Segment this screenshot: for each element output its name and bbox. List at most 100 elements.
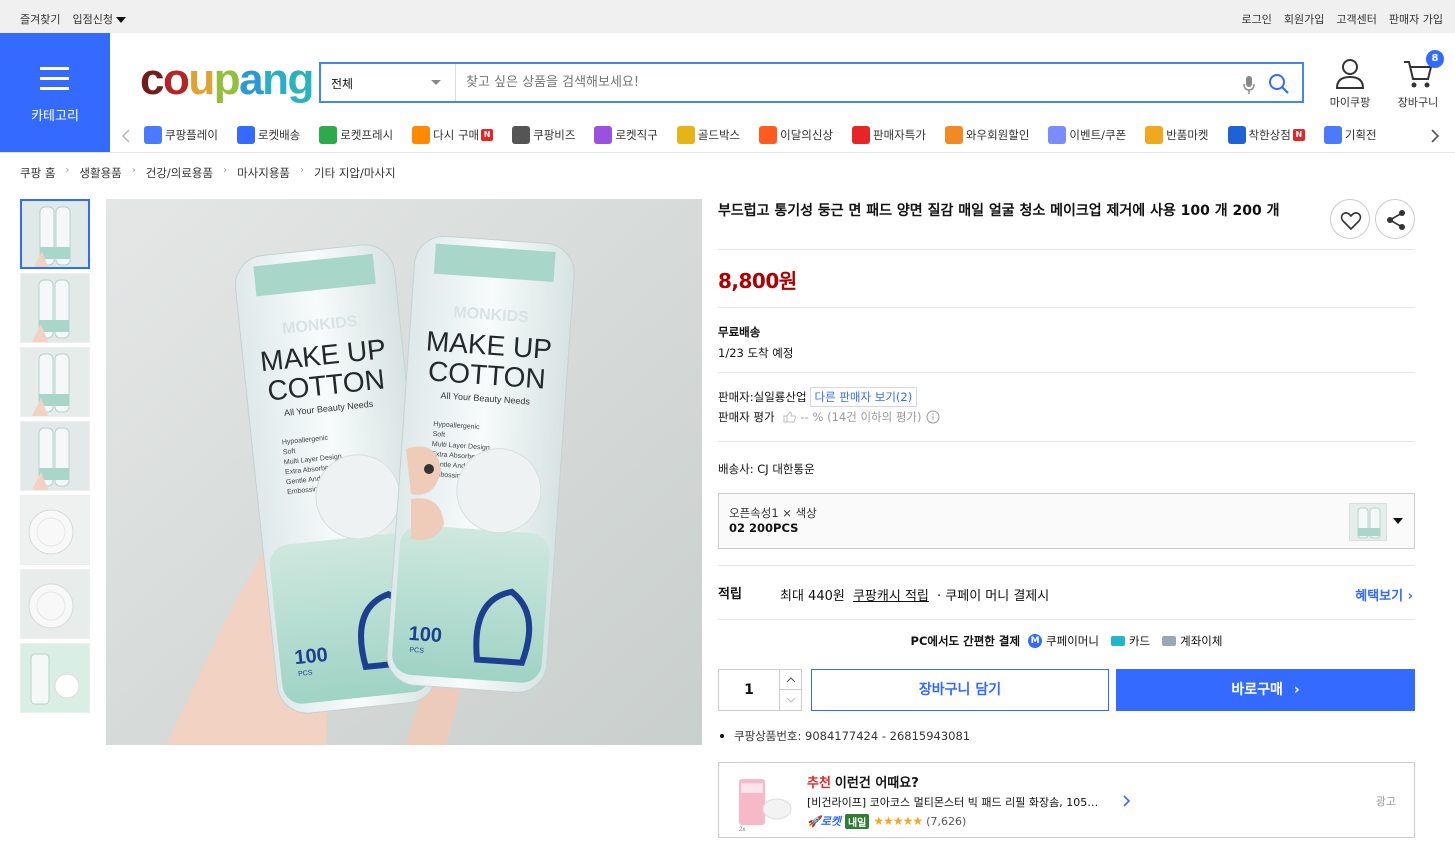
nav-item[interactable]: 로켓배송 (236, 126, 301, 144)
product-price: 8,800원 (718, 269, 797, 293)
product-thumbnail[interactable] (20, 273, 90, 343)
breadcrumb-link[interactable]: 건강/의료용품 (146, 165, 213, 181)
chevron-left-icon[interactable] (121, 128, 131, 144)
product-info-panel: 부드럽고 통기성 둥근 면 패드 양면 질감 매일 얼굴 청소 메이크업 제거에… (718, 199, 1415, 838)
service-nav-list: 쿠팡플레이 로켓배송 로켓프레시 다시 구매 N 쿠팡비즈 로켓직구 골드박스 이달의신상 판매자… (144, 126, 1434, 144)
product-thumbnail[interactable] (20, 495, 90, 565)
category-menu-button[interactable]: 카테고리 (0, 33, 110, 153)
mypage-button[interactable]: 마이쿠팡 (1320, 58, 1380, 110)
heart-icon (1340, 212, 1362, 231)
hamburger-icon (40, 67, 69, 97)
nav-item[interactable]: 쿠팡플레이 (144, 126, 218, 144)
nav-item[interactable]: 골드박스 (676, 126, 741, 144)
nav-item[interactable]: 반품마켓 (1145, 126, 1209, 144)
nav-item[interactable]: 기획전 (1323, 126, 1377, 144)
return-market-icon (1145, 126, 1164, 144)
ad-product-name[interactable]: [비건라이프] 코아코스 멀티몬스터 빅 패드 리필 화장솜, 105개입, 2… (807, 794, 1099, 810)
nav-item[interactable]: 로켓프레시 (319, 126, 393, 144)
info-icon[interactable] (926, 410, 940, 424)
cart-button[interactable]: 장바구니 8 (1388, 50, 1448, 110)
breadcrumb-link[interactable]: 생활용품 (79, 165, 121, 181)
reward-amount: 최대 440원 (780, 589, 845, 604)
nav-item[interactable]: 와우회원할인 (944, 126, 1029, 144)
customer-center-link[interactable]: 고객센터 (1336, 11, 1376, 27)
breadcrumb-link[interactable]: 기타 지압/마사지 (314, 165, 396, 181)
nav-item-label: 로켓배송 (257, 128, 301, 142)
seller-rating-label: 판매자 평가 (718, 410, 775, 424)
search-input[interactable] (456, 64, 1302, 101)
buy-now-button[interactable]: 바로구매 › (1116, 669, 1415, 711)
nav-item[interactable]: 로켓직구 (594, 126, 658, 144)
breadcrumb-separator-icon: › (300, 165, 304, 176)
search-category-select[interactable]: 전체 (321, 64, 456, 101)
reward-condition: · 쿠페이 머니 결제시 (937, 589, 1050, 604)
rocket-delivery-badge: 🚀로켓 (807, 815, 841, 828)
chevron-right-icon: › (1407, 589, 1413, 604)
quantity-value[interactable]: 1 (719, 682, 779, 698)
nav-item-label: 이벤트/쿠폰 (1069, 128, 1127, 142)
seller-name[interactable]: 실일룡산업 (754, 389, 807, 405)
breadcrumb-link[interactable]: 쿠팡 홈 (20, 165, 55, 181)
bookmark-link[interactable]: 즐겨찾기 (20, 11, 60, 27)
recommended-ad[interactable]: 2x 추천 이런건 어때요? [비건라이프] 코아코스 멀티몬스터 빅 패드 리필… (718, 762, 1415, 838)
other-sellers-button[interactable]: 다른 판매자 보기(2) (809, 387, 918, 407)
ad-heading-text: 이런건 어때요? (834, 776, 919, 791)
divider (718, 249, 1415, 250)
category-label: 카테고리 (31, 109, 79, 124)
percent-icon (852, 126, 871, 144)
shipping-type: 무료배송 (718, 325, 761, 339)
benefit-link[interactable]: 혜택보기 › (1355, 585, 1413, 604)
vendor-apply-link[interactable]: 입점신청 (72, 11, 126, 27)
option-select[interactable]: 오픈속성1 × 색상 02 200PCS (718, 493, 1415, 549)
option-value: 02 200PCS (729, 521, 799, 535)
pay-method-coupay: 쿠페이머니 (1046, 634, 1099, 648)
nav-item[interactable]: 착한상점 N (1227, 126, 1305, 144)
nav-item-label: 골드박스 (697, 128, 741, 142)
chevron-right-icon[interactable] (1122, 794, 1132, 808)
login-link[interactable]: 로그인 (1242, 11, 1272, 27)
nav-item[interactable]: 이벤트/쿠폰 (1048, 126, 1126, 144)
product-thumbnail[interactable] (20, 643, 90, 713)
coupang-play-icon (144, 126, 162, 144)
pay-method-transfer: 계좌이체 (1180, 634, 1223, 648)
quantity-stepper: 1 (718, 669, 802, 711)
rocket-fresh-icon (319, 126, 338, 144)
share-icon (1387, 210, 1405, 230)
nav-item[interactable]: 쿠팡비즈 (512, 126, 575, 144)
bank-transfer-icon (1162, 636, 1177, 646)
wishlist-button[interactable] (1330, 199, 1370, 239)
rocket-icon (236, 126, 255, 144)
ad-meta: 🚀로켓 내일 ★★★★★ (7,626) (807, 813, 966, 829)
product-title: 부드럽고 통기성 둥근 면 패드 양면 질감 매일 얼굴 청소 메이크업 제거에… (718, 203, 1280, 219)
signup-link[interactable]: 회원가입 (1284, 11, 1324, 27)
pay-title: PC에서도 간편한 결제 (910, 634, 1021, 648)
product-thumbnail[interactable] (20, 421, 90, 491)
nav-item[interactable]: 판매자특가 (852, 126, 926, 144)
card-icon (1110, 636, 1125, 646)
share-button[interactable] (1375, 199, 1415, 239)
nav-item[interactable]: 이달의신상 (759, 126, 833, 144)
nav-item[interactable]: 다시 구매 N (412, 126, 494, 144)
quantity-increase-button[interactable] (779, 670, 801, 690)
tomorrow-badge: 내일 (844, 813, 870, 829)
option-thumbnail (1349, 503, 1387, 541)
quantity-decrease-button[interactable] (779, 690, 801, 710)
microphone-icon[interactable] (1242, 75, 1256, 95)
logo-letter: u (188, 55, 215, 104)
product-thumbnail[interactable] (20, 199, 90, 269)
coupang-logo[interactable]: coupang (140, 55, 314, 104)
coupang-cash-link[interactable]: 쿠팡캐시 적립 (853, 589, 929, 604)
top-utility-bar: 즐겨찾기 입점신청 로그인 회원가입 고객센터 판매자 가입 (0, 0, 1455, 33)
product-thumbnail[interactable] (20, 347, 90, 417)
chevron-right-icon[interactable] (1430, 128, 1440, 144)
chevron-up-icon (786, 677, 796, 683)
nav-item-label: 로켓프레시 (340, 128, 394, 142)
product-thumbnail[interactable] (20, 569, 90, 639)
breadcrumb-link[interactable]: 마사지용품 (237, 165, 290, 181)
goldbox-icon (676, 126, 695, 144)
search-icon[interactable] (1268, 73, 1290, 95)
carrier-info: 배송사: CJ 대한통운 (718, 462, 815, 476)
add-to-cart-button[interactable]: 장바구니 담기 (811, 669, 1109, 711)
seller-signup-link[interactable]: 판매자 가입 (1389, 11, 1443, 27)
chevron-right-icon: › (1293, 682, 1300, 698)
